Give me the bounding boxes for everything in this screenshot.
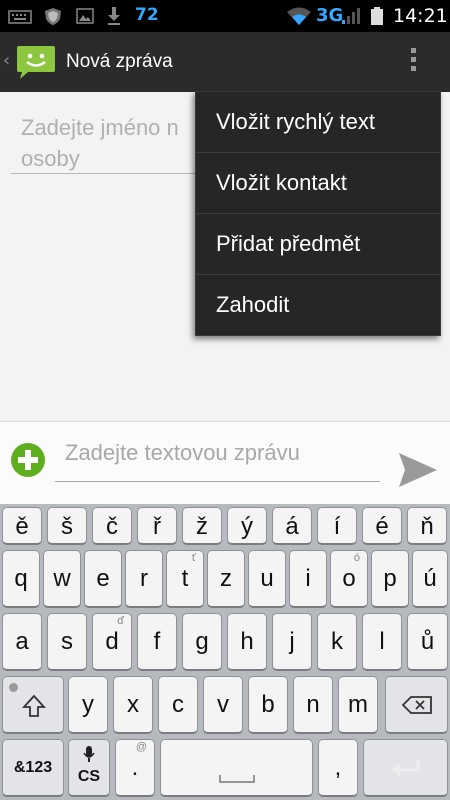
key[interactable]: h — [227, 613, 267, 671]
enter-key[interactable] — [363, 739, 448, 797]
shield-icon — [45, 8, 61, 25]
period-key[interactable]: @. — [115, 739, 155, 797]
add-attachment-icon[interactable] — [11, 443, 45, 477]
key[interactable]: u — [248, 550, 286, 608]
battery-level-indicator: 72 — [135, 5, 159, 25]
key[interactable]: k — [317, 613, 357, 671]
key[interactable]: r — [125, 550, 163, 608]
key[interactable]: m — [338, 676, 378, 734]
download-icon — [108, 7, 120, 25]
key[interactable]: ďd — [92, 613, 132, 671]
key[interactable]: ú — [412, 550, 448, 608]
key[interactable]: š — [47, 507, 87, 545]
action-bar: ‹ Nová zpráva — [0, 32, 450, 92]
key[interactable]: í — [317, 507, 357, 545]
key[interactable]: á — [272, 507, 312, 545]
space-key[interactable] — [160, 739, 313, 797]
compose-bar: Zadejte textovou zprávu — [0, 421, 450, 504]
overflow-menu-icon[interactable] — [405, 48, 421, 76]
menu-item-insert-contact[interactable]: Vložit kontakt — [196, 153, 440, 214]
message-input[interactable]: Zadejte textovou zprávu — [65, 440, 385, 466]
key[interactable]: č — [92, 507, 132, 545]
key[interactable]: ř — [137, 507, 177, 545]
key[interactable]: a — [2, 613, 42, 671]
key[interactable]: i — [289, 550, 327, 608]
keyboard-notification-icon — [8, 10, 32, 24]
key[interactable]: ý — [227, 507, 267, 545]
caps-lock-indicator-icon — [9, 683, 18, 692]
menu-item-discard[interactable]: Zahodit — [196, 275, 440, 336]
symbols-key[interactable]: &123 — [2, 739, 64, 797]
space-bar-icon — [219, 775, 255, 783]
wifi-icon — [287, 7, 311, 25]
overflow-menu: Vložit rychlý text Vložit kontakt Přidat… — [195, 91, 441, 336]
key[interactable]: z — [207, 550, 245, 608]
backspace-key[interactable] — [385, 676, 448, 734]
key[interactable]: g — [182, 613, 222, 671]
key[interactable]: ťt — [166, 550, 204, 608]
key[interactable]: j — [272, 613, 312, 671]
key[interactable]: ň — [407, 507, 447, 545]
signal-strength-icon — [342, 8, 360, 24]
recipient-underline — [11, 173, 200, 174]
key[interactable]: b — [248, 676, 288, 734]
message-input-underline — [55, 481, 380, 482]
key[interactable]: q — [2, 550, 40, 608]
status-bar: 72 3G 14:21 — [0, 0, 450, 32]
key[interactable]: c — [158, 676, 198, 734]
back-chevron-icon[interactable]: ‹ — [3, 50, 10, 71]
key[interactable]: óo — [330, 550, 368, 608]
menu-item-add-subject[interactable]: Přidat předmět — [196, 214, 440, 275]
image-notification-icon — [76, 8, 94, 24]
menu-item-insert-quick-text[interactable]: Vložit rychlý text — [196, 92, 440, 153]
key[interactable]: e — [84, 550, 122, 608]
send-icon[interactable] — [398, 452, 438, 488]
clock: 14:21 — [393, 5, 448, 27]
key[interactable]: y — [68, 676, 108, 734]
shift-key[interactable] — [2, 676, 64, 734]
backspace-icon — [402, 696, 432, 714]
key[interactable]: ž — [182, 507, 222, 545]
key[interactable]: s — [47, 613, 87, 671]
enter-icon — [392, 759, 420, 777]
key[interactable]: n — [293, 676, 333, 734]
key[interactable]: l — [362, 613, 402, 671]
key[interactable]: w — [43, 550, 81, 608]
key[interactable]: f — [137, 613, 177, 671]
shift-icon — [22, 694, 46, 717]
messaging-app-icon[interactable] — [16, 44, 56, 80]
key[interactable]: ě — [2, 507, 42, 545]
network-type-label: 3G — [316, 5, 344, 26]
language-key[interactable]: CS — [68, 739, 110, 797]
key[interactable]: ů — [407, 613, 448, 671]
key[interactable]: x — [113, 676, 153, 734]
battery-icon — [371, 7, 383, 25]
key[interactable]: p — [371, 550, 409, 608]
page-title: Nová zpráva — [66, 51, 173, 72]
soft-keyboard: ě š č ř ž ý á í é ň q w e r ťt z u i óo … — [0, 504, 450, 800]
key[interactable]: v — [203, 676, 243, 734]
key[interactable]: é — [362, 507, 402, 545]
comma-key[interactable]: , — [318, 739, 358, 797]
microphone-icon — [83, 746, 95, 762]
